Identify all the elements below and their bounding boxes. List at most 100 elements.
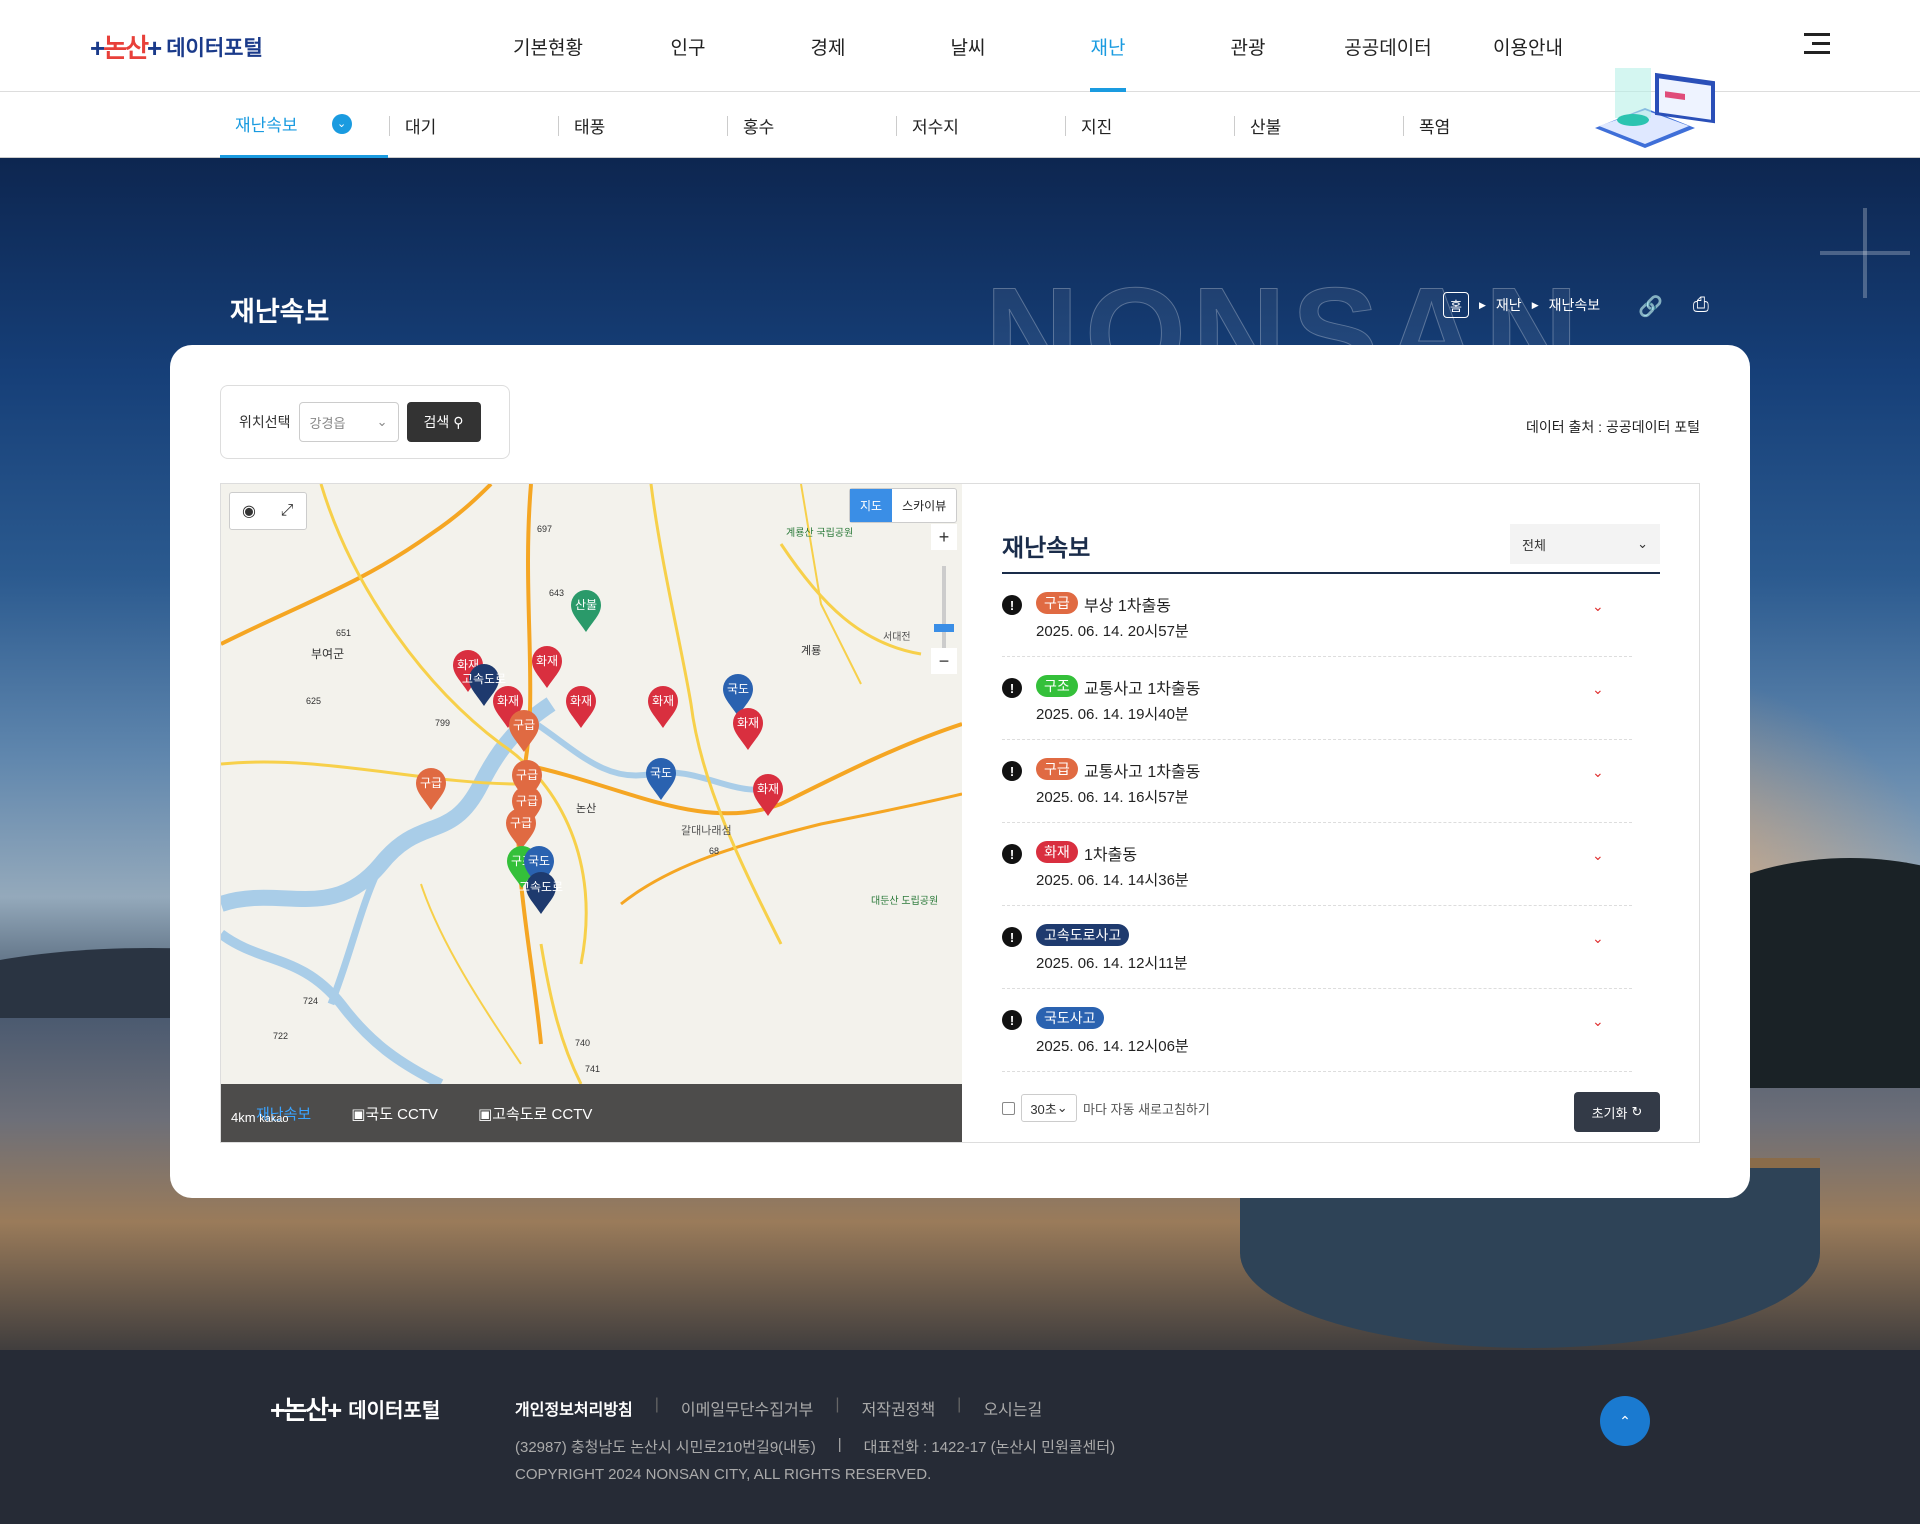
map-type-map[interactable]: 지도 (850, 489, 893, 522)
subnav-label: 재난속보 (235, 116, 298, 135)
breadcrumb: 홈 ▶ 재난 ▶ 재난속보 (1443, 292, 1600, 318)
map-canvas: 부여군 논산 계룡 갈대나래섬 서대전 계룡산 국립공원 대둔산 도립공원 69… (221, 484, 962, 1084)
marker-label: 산불 (575, 598, 597, 612)
map-place-label: 갈대나래섬 (681, 823, 732, 837)
chevron-down-icon[interactable]: ⌄ (1592, 1013, 1604, 1030)
location-select[interactable]: 강경읍 ⌄ (298, 402, 399, 442)
subnav-item-flood[interactable]: 홍수 (743, 92, 774, 158)
row-date: 2025. 06. 14. 14시36분 (1036, 872, 1189, 889)
subnav-item-typhoon[interactable]: 태풍 (574, 92, 605, 158)
divider (1234, 116, 1235, 136)
print-icon[interactable]: ⎙ (1693, 294, 1709, 319)
marker-label: 국도 (528, 854, 550, 868)
marker-label: 화재 (757, 782, 779, 796)
map-type-skyview[interactable]: 스카이뷰 (892, 489, 956, 522)
marker-label: 구급 (516, 794, 538, 808)
menu-icon[interactable] (1804, 33, 1830, 55)
fullscreen-icon[interactable]: ⤢ (268, 493, 306, 529)
zoom-slider-handle[interactable] (934, 624, 954, 632)
nav-item-tourism[interactable]: 관광 (1178, 0, 1318, 92)
row-date: 2025. 06. 14. 20시57분 (1036, 623, 1189, 640)
subnav-item-earthquake[interactable]: 지진 (1081, 92, 1112, 158)
legend-label: 고속도로 CCTV (492, 1105, 593, 1123)
subnav-item-wildfire[interactable]: 산불 (1250, 92, 1281, 158)
scroll-top-button[interactable]: ⌃ (1600, 1396, 1650, 1446)
nav-item-public-data[interactable]: 공공데이터 (1318, 0, 1458, 92)
zoom-control: + − (931, 524, 957, 674)
chevron-down-icon[interactable]: ⌄ (1592, 598, 1604, 615)
site-footer: +논산+ 데이터포털 개인정보처리방침 | 이메일무단수집거부 | 저작권정책 … (0, 1350, 1920, 1524)
chevron-down-icon: ⌄ (376, 414, 388, 429)
computer-illustration (1595, 68, 1715, 148)
main-nav: 기본현황 인구 경제 날씨 재난 관광 공공데이터 이용안내 (478, 0, 1598, 92)
marker-label: 구급 (516, 768, 538, 782)
plus-decoration (1820, 208, 1910, 298)
refresh-interval-select[interactable]: 30초 ⌄ (1021, 1094, 1077, 1122)
disaster-row[interactable]: ! 구급 부상 1차출동 2025. 06. 14. 20시57분 ⌄ (1002, 574, 1632, 657)
location-pin-icon[interactable]: ◉ (230, 493, 268, 529)
location-search: 위치선택 강경읍 ⌄ 검색 ⚲ (220, 385, 510, 459)
breadcrumb-level2[interactable]: 재난속보 (1549, 295, 1601, 315)
link-icon[interactable]: 🔗 (1638, 294, 1663, 319)
map-view[interactable]: 부여군 논산 계룡 갈대나래섬 서대전 계룡산 국립공원 대둔산 도립공원 69… (221, 484, 962, 1142)
legend-national-road-cctv[interactable]: ▣국도 CCTV (351, 1103, 438, 1124)
footer-link-email[interactable]: 이메일무단수집거부 (681, 1396, 813, 1420)
page-title: 재난속보 (230, 297, 330, 327)
alert-icon: ! (1002, 761, 1022, 781)
reset-button[interactable]: 초기화 ↻ (1574, 1092, 1660, 1132)
map-road-label: 651 (336, 628, 351, 638)
chevron-down-icon[interactable]: ⌄ (1592, 847, 1604, 864)
legend-highway-cctv[interactable]: ▣고속도로 CCTV (478, 1103, 592, 1124)
category-filter[interactable]: 전체 ⌄ (1510, 524, 1660, 564)
chevron-down-icon[interactable]: ⌄ (1592, 764, 1604, 781)
zoom-out-button[interactable]: − (931, 648, 957, 674)
chevron-up-icon: ⌃ (1619, 1412, 1631, 1429)
nav-item-disaster[interactable]: 재난 (1038, 0, 1178, 92)
nav-item-basic[interactable]: 기본현황 (478, 0, 618, 92)
marker-label: 국도 (727, 682, 749, 696)
map-legend: 재난속보 ▣국도 CCTV ▣고속도로 CCTV (221, 1084, 962, 1142)
nav-item-guide[interactable]: 이용안내 (1458, 0, 1598, 92)
nav-item-weather[interactable]: 날씨 (898, 0, 1038, 92)
alert-icon: ! (1002, 1010, 1022, 1030)
caret-right-icon: ▶ (1531, 299, 1539, 310)
site-logo[interactable]: +논산+ 데이터포털 (90, 28, 263, 65)
breadcrumb-level1[interactable]: 재난 (1496, 295, 1522, 315)
zoom-slider[interactable] (942, 566, 946, 648)
footer-logo[interactable]: +논산+ 데이터포털 (270, 1390, 440, 1427)
subnav-item-disaster-news[interactable]: 재난속보 ⌄ (220, 92, 388, 158)
category-badge: 구급 (1036, 592, 1078, 614)
cctv-icon: ▣ (478, 1105, 493, 1123)
disaster-row[interactable]: ! 화재 1차출동 2025. 06. 14. 14시36분 ⌄ (1002, 823, 1632, 906)
footer-address: (32987) 충청남도 논산시 시민로210번길9(내동) | 대표전화 : … (515, 1436, 1115, 1457)
disaster-row[interactable]: ! 국도사고 2025. 06. 14. 12시06분 ⌄ (1002, 989, 1632, 1072)
disaster-list: 재난속보 전체 ⌄ ! 구급 부상 1차출동 2025. 06. 14. 20시57분… (962, 484, 1699, 1142)
zoom-in-button[interactable]: + (931, 524, 957, 550)
chevron-down-icon[interactable]: ⌄ (1592, 681, 1604, 698)
disaster-row[interactable]: ! 고속도로사고 2025. 06. 14. 12시11분 ⌄ (1002, 906, 1632, 989)
nav-item-economy[interactable]: 경제 (758, 0, 898, 92)
subnav-item-reservoir[interactable]: 저수지 (912, 92, 959, 158)
row-title: 1차출동 (1084, 847, 1138, 864)
logo-text: 데이터포털 (166, 36, 263, 60)
subnav-item-heatwave[interactable]: 폭염 (1419, 92, 1450, 158)
footer-link-directions[interactable]: 오시는길 (983, 1396, 1042, 1420)
map-road-label: 697 (537, 524, 552, 534)
map-place-label: 부여군 (311, 647, 344, 661)
disaster-row[interactable]: ! 구조 교통사고 1차출동 2025. 06. 14. 19시40분 ⌄ (1002, 657, 1632, 740)
alert-icon: ! (1002, 844, 1022, 864)
disaster-row[interactable]: ! 구급 교통사고 1차출동 2025. 06. 14. 16시57분 ⌄ (1002, 740, 1632, 823)
auto-refresh-checkbox[interactable] (1002, 1101, 1015, 1115)
breadcrumb-home[interactable]: 홈 (1443, 292, 1469, 318)
map-place-label: 대둔산 도립공원 (871, 894, 938, 907)
map-place-label: 서대전 (883, 631, 911, 643)
subnav-item-air[interactable]: 대기 (405, 92, 436, 158)
footer-link-privacy[interactable]: 개인정보처리방침 (515, 1396, 633, 1420)
nav-item-population[interactable]: 인구 (618, 0, 758, 92)
search-button[interactable]: 검색 ⚲ (406, 402, 481, 442)
footer-link-copyright[interactable]: 저작권정책 (862, 1396, 936, 1420)
marker-label: 국도 (650, 766, 672, 780)
chevron-down-icon[interactable]: ⌄ (1592, 930, 1604, 947)
content-card: 위치선택 강경읍 ⌄ 검색 ⚲ 데이터 출처 : 공공데이터 포털 부여군 논산… (170, 345, 1750, 1198)
list-title: 재난속보 (1002, 535, 1091, 562)
